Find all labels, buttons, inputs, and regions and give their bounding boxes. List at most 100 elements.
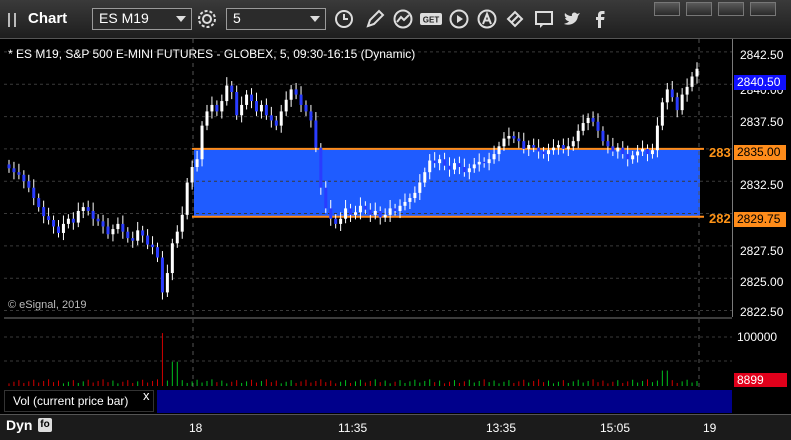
candle-body (225, 85, 229, 102)
candle-body (47, 216, 51, 221)
candle-body (467, 168, 471, 173)
candle-body (235, 92, 239, 116)
candle-body (230, 85, 234, 93)
candle-body (245, 94, 249, 105)
candle-body (151, 244, 155, 248)
price-chart[interactable] (0, 0, 791, 440)
candle-body (403, 201, 407, 206)
dynamic-mode-label[interactable]: Dyn (6, 417, 32, 433)
time-tick-label: 19 (703, 421, 717, 435)
candle-body (180, 214, 184, 232)
candle-body (443, 159, 447, 166)
candle-body (339, 218, 343, 224)
candle-body (165, 273, 169, 293)
candle-body (358, 205, 362, 213)
candle-body (576, 130, 580, 142)
candle-body (448, 165, 452, 170)
candle-body (611, 146, 615, 152)
candle-body (368, 209, 372, 215)
candle-body (22, 174, 26, 182)
volume-legend[interactable]: Vol (current price bar) (4, 390, 154, 412)
candle-body (349, 208, 353, 215)
candle-body (428, 160, 432, 173)
candle-body (61, 223, 65, 233)
candle-body (111, 229, 115, 235)
candle-body (655, 125, 659, 151)
volume-axis-label: 100000 (737, 330, 778, 344)
candle-body (136, 230, 140, 241)
candle-body (76, 210, 80, 223)
chart-title: * ES M19, S&P 500 E-MINI FUTURES - GLOBE… (8, 47, 416, 61)
candle-body (66, 218, 70, 224)
candle-body (650, 150, 654, 155)
candle-body (507, 135, 511, 139)
candle-body (527, 145, 531, 149)
candle-body (269, 115, 273, 121)
format-icon[interactable]: fo (38, 418, 52, 432)
candle-body (621, 147, 625, 155)
candle-body (636, 151, 640, 156)
candle-body (294, 89, 298, 95)
candle-body (616, 147, 620, 152)
candle-body (101, 221, 105, 227)
candle-body (42, 207, 46, 217)
candle-body (146, 235, 150, 245)
candle-body (12, 168, 16, 173)
copyright-watermark: © eSignal, 2019 (8, 299, 87, 311)
candle-body (438, 159, 442, 164)
upper-level-tag: 2835.00 (734, 145, 786, 160)
candle-body (314, 120, 318, 148)
candle-body (52, 220, 56, 227)
candle-body (566, 146, 570, 149)
candle-body (532, 145, 536, 148)
last-volume-tag: 8899 (734, 373, 787, 387)
candle-body (240, 104, 244, 116)
candle-body (452, 163, 456, 170)
candle-body (250, 94, 254, 102)
candle-body (141, 230, 145, 236)
candle-body (398, 205, 402, 211)
candle-body (344, 208, 348, 219)
last-price-tag: 2840.50 (734, 75, 786, 90)
candle-body (561, 145, 565, 149)
time-tick-label: 13:35 (486, 421, 517, 435)
candle-body (457, 163, 461, 168)
candle-body (477, 161, 481, 165)
candle-body (502, 138, 506, 147)
candle-body (388, 208, 392, 215)
candle-body (274, 120, 278, 126)
candle-body (91, 210, 95, 219)
candle-body (195, 159, 199, 168)
time-axis-bar[interactable] (0, 414, 791, 440)
close-icon[interactable]: x (143, 388, 150, 403)
candle-body (408, 198, 412, 202)
price-tick-label: 2842.50 (740, 48, 784, 62)
candle-body (482, 161, 486, 164)
candle-body (551, 147, 555, 151)
candle-body (646, 148, 650, 155)
candle-body (279, 111, 283, 126)
candle-body (131, 238, 135, 241)
candle-body (81, 207, 85, 211)
candle-body (329, 208, 333, 219)
candle-body (537, 147, 541, 152)
candle-body (37, 198, 41, 208)
candle-body (106, 226, 110, 235)
candle-body (581, 123, 585, 131)
candle-body (210, 104, 214, 112)
candle-body (96, 218, 100, 222)
candle-body (591, 117, 595, 122)
candle-body (542, 151, 546, 155)
candle-body (304, 104, 308, 112)
candle-body (378, 210, 382, 218)
lower-level-label: 282 (709, 211, 731, 226)
candle-body (631, 155, 635, 160)
candle-body (393, 208, 397, 211)
candle-body (284, 99, 288, 112)
candle-body (660, 102, 664, 126)
candle-body (373, 210, 377, 215)
price-tick-label: 2822.50 (740, 305, 784, 319)
candle-body (472, 164, 476, 169)
range-band (194, 148, 700, 217)
candle-body (462, 167, 466, 173)
